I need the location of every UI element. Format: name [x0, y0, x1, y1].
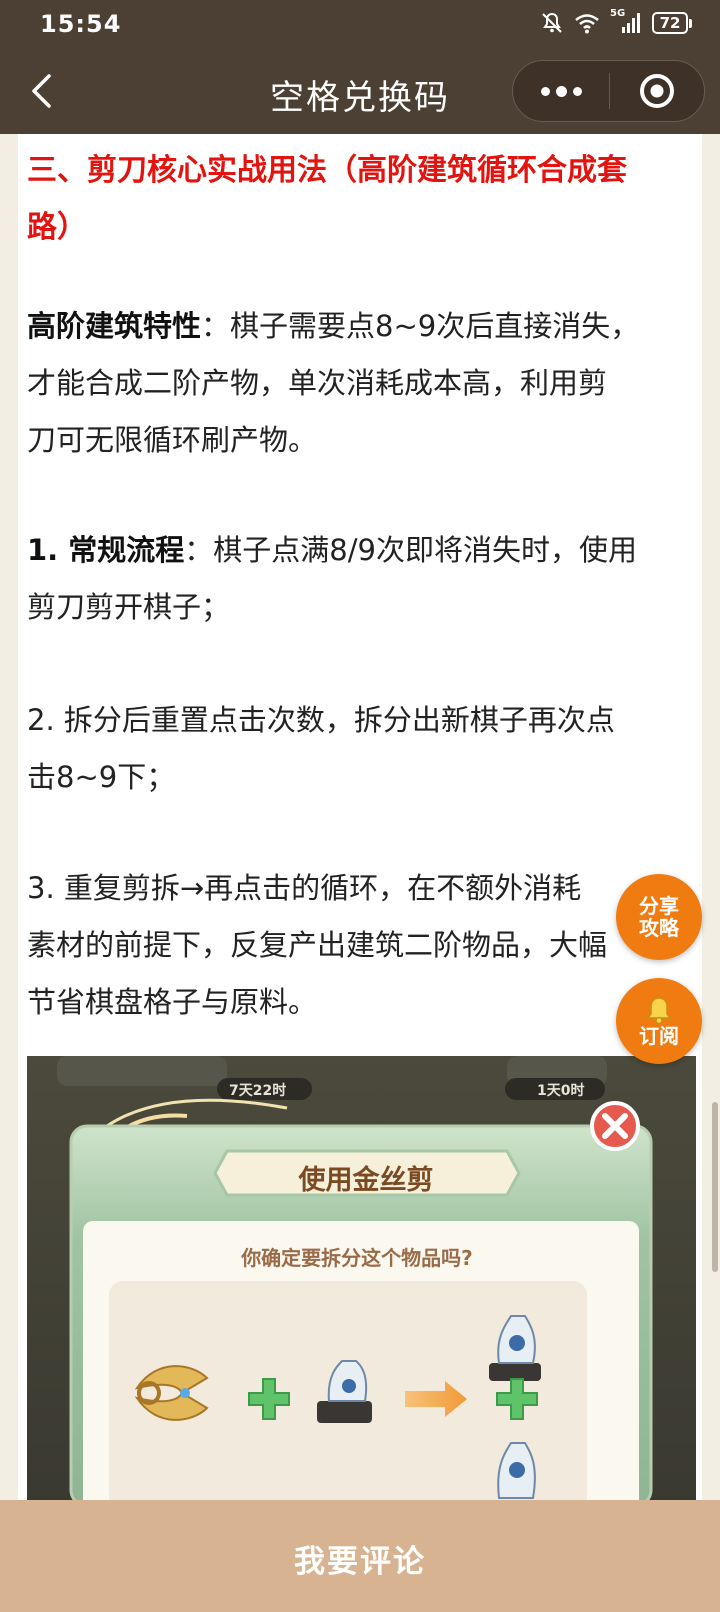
- section-heading: 三、剪刀核心实战用法（高阶建筑循环合成套 路）: [27, 153, 627, 245]
- timer-right: 1天0时: [537, 1083, 585, 1099]
- cellular-signal-icon: 5G: [610, 8, 642, 35]
- mute-icon: [540, 11, 564, 35]
- status-time: 15:54: [40, 10, 122, 38]
- subscribe-button[interactable]: 订阅: [616, 978, 702, 1064]
- paragraph-step-2: 2. 拆分后重置点击次数，拆分出新棋子再次点 击8~9下；: [27, 703, 615, 794]
- status-icons: 5G 72: [540, 8, 692, 35]
- timer-left: 7天22时: [229, 1083, 287, 1099]
- paragraph-bold-label: 1. 常规流程: [27, 533, 185, 567]
- close-button[interactable]: [610, 61, 704, 121]
- paragraph-step-3: 3. 重复剪拆→再点击的循环，在不额外消耗 素材的前提下，反复产出建筑二阶物品，…: [27, 871, 608, 1019]
- status-bar: 15:54 5G 72: [0, 0, 720, 50]
- more-dots-icon: [540, 86, 550, 96]
- nav-bar: 空格兑换码: [0, 50, 720, 134]
- target-close-icon: [640, 74, 674, 108]
- bell-icon: [646, 997, 672, 1025]
- paragraph-bold-label: 高阶建筑特性: [27, 309, 202, 343]
- dialog-question: 你确定要拆分这个物品吗?: [241, 1246, 473, 1270]
- battery-level: 72: [652, 12, 688, 34]
- comment-label: 我要评论: [294, 1544, 426, 1580]
- battery-icon: 72: [652, 12, 692, 34]
- dialog-title: 使用金丝剪: [298, 1165, 434, 1196]
- scrollbar[interactable]: [712, 1102, 718, 1272]
- game-screenshot: 7天22时 1天0时 使用金丝剪 你确定要拆分这个物品吗?: [27, 1056, 696, 1500]
- article-content: 三、剪刀核心实战用法（高阶建筑循环合成套 路） 高阶建筑特性：棋子需要点8~9次…: [18, 134, 702, 1500]
- wifi-icon: [574, 12, 600, 34]
- mini-program-capsule: [512, 60, 705, 122]
- paragraph-building-traits: 高阶建筑特性：棋子需要点8~9次后直接消失， 才能合成二阶产物，单次消耗成本高，…: [27, 309, 640, 457]
- comment-button[interactable]: 我要评论: [0, 1500, 720, 1612]
- paragraph-step-1: 1. 常规流程：棋子点满8/9次即将消失时，使用 剪刀剪开棋子；: [27, 533, 637, 624]
- more-button[interactable]: [513, 61, 609, 121]
- share-guide-button[interactable]: 分享 攻略: [616, 874, 702, 960]
